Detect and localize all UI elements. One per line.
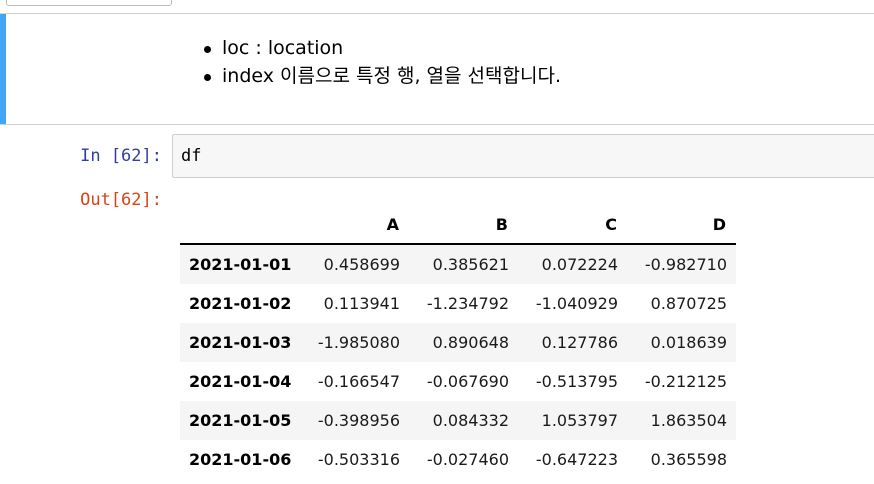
markdown-cell[interactable]: loc : location index 이름으로 특정 행, 열을 선택합니다… xyxy=(0,14,874,125)
table-cell: 0.127786 xyxy=(541,333,618,352)
table-cell: 0.870725 xyxy=(650,294,727,313)
dataframe-header-row: A B C D xyxy=(180,205,736,245)
table-cell: -0.067690 xyxy=(426,372,509,391)
row-index: 2021-01-03 xyxy=(189,333,292,352)
notebook-page: loc : location index 이름으로 특정 행, 열을 선택합니다… xyxy=(0,0,874,484)
row-index: 2021-01-04 xyxy=(189,372,292,391)
output-prompt: Out[62]: xyxy=(80,190,162,210)
selected-cell-indicator xyxy=(0,14,6,124)
table-cell: -0.027460 xyxy=(426,450,509,469)
table-cell: -0.982710 xyxy=(644,255,727,274)
table-cell: 1.863504 xyxy=(650,411,727,430)
table-row: 2021-01-01 0.458699 0.385621 0.072224 -0… xyxy=(180,244,736,284)
table-cell: -0.503316 xyxy=(317,450,400,469)
column-header: D xyxy=(627,205,736,245)
input-prompt: In [62]: xyxy=(80,146,162,166)
column-header: C xyxy=(518,205,627,245)
table-row: 2021-01-06 -0.503316 -0.027460 -0.647223… xyxy=(180,440,736,479)
table-row: 2021-01-04 -0.166547 -0.067690 -0.513795… xyxy=(180,362,736,401)
table-cell: -0.166547 xyxy=(317,372,400,391)
table-cell: 0.113941 xyxy=(323,294,400,313)
row-index: 2021-01-05 xyxy=(189,411,292,430)
table-cell: -1.234792 xyxy=(426,294,509,313)
table-cell: -0.398956 xyxy=(317,411,400,430)
table-cell: 0.385621 xyxy=(432,255,509,274)
table-cell: -0.513795 xyxy=(535,372,618,391)
dataframe-output: A B C D 2021-01-01 0.458699 0.385621 0.0… xyxy=(180,205,736,479)
table-cell: 0.018639 xyxy=(650,333,727,352)
table-cell: 0.365598 xyxy=(650,450,727,469)
bullet-item: index 이름으로 특정 행, 열을 선택합니다. xyxy=(204,62,561,90)
markdown-bullet-list: loc : location index 이름으로 특정 행, 열을 선택합니다… xyxy=(204,34,561,90)
table-cell: -0.212125 xyxy=(644,372,727,391)
cell-divider xyxy=(0,124,874,125)
table-cell: 1.053797 xyxy=(541,411,618,430)
index-header xyxy=(180,205,300,245)
column-header: A xyxy=(300,205,409,245)
table-cell: 0.072224 xyxy=(541,255,618,274)
row-index: 2021-01-06 xyxy=(189,450,292,469)
table-cell: -0.647223 xyxy=(535,450,618,469)
row-index: 2021-01-01 xyxy=(189,255,292,274)
table-cell: 0.890648 xyxy=(432,333,509,352)
column-header: B xyxy=(409,205,518,245)
previous-cell-input[interactable] xyxy=(6,0,172,6)
table-cell: -1.985080 xyxy=(317,333,400,352)
code-text[interactable]: df xyxy=(181,146,201,166)
table-cell: 0.084332 xyxy=(432,411,509,430)
table-row: 2021-01-03 -1.985080 0.890648 0.127786 0… xyxy=(180,323,736,362)
table-row: 2021-01-05 -0.398956 0.084332 1.053797 1… xyxy=(180,401,736,440)
bullet-item: loc : location xyxy=(204,34,561,62)
table-cell: -1.040929 xyxy=(535,294,618,313)
table-cell: 0.458699 xyxy=(323,255,400,274)
row-index: 2021-01-02 xyxy=(189,294,292,313)
code-input-area[interactable]: df xyxy=(172,134,874,178)
table-row: 2021-01-02 0.113941 -1.234792 -1.040929 … xyxy=(180,284,736,323)
